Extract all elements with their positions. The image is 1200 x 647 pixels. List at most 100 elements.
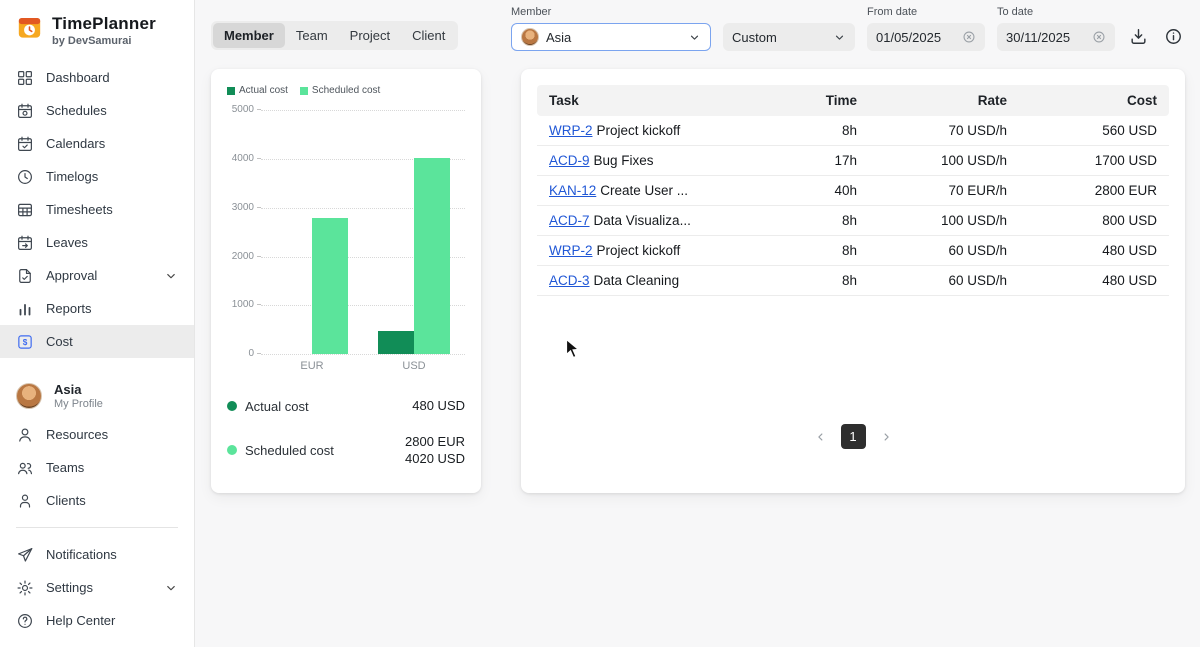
sidebar-item-label: Reports: [46, 301, 92, 316]
y-tick-label: 5000: [232, 104, 261, 115]
to-date-input[interactable]: 30/11/2025: [997, 23, 1115, 51]
clock-icon: [16, 168, 34, 186]
content: Actual cost Scheduled cost 5000400030002…: [195, 51, 1200, 493]
task-link[interactable]: KAN-12: [549, 183, 596, 198]
tab-member[interactable]: Member: [213, 23, 285, 48]
sidebar-item-timesheets[interactable]: Timesheets: [0, 193, 194, 226]
x-tick-label: EUR: [261, 360, 363, 372]
download-button[interactable]: [1127, 25, 1150, 48]
brand: TimePlanner by DevSamurai: [0, 14, 194, 61]
sidebar-item-cost[interactable]: $ Cost: [0, 325, 194, 358]
sidebar-item-dashboard[interactable]: Dashboard: [0, 61, 194, 94]
people-icon: [16, 459, 34, 477]
gear-icon: [16, 579, 34, 597]
member-select-value: Asia: [546, 30, 571, 45]
gridline: [261, 354, 465, 355]
sidebar-item-notifications[interactable]: Notifications: [0, 538, 194, 571]
from-date-input[interactable]: 01/05/2025: [867, 23, 985, 51]
sidebar-item-clients[interactable]: Clients: [0, 484, 194, 517]
task-link[interactable]: ACD-3: [549, 273, 590, 288]
sidebar-item-label: Clients: [46, 493, 86, 508]
chevron-down-icon[interactable]: [164, 581, 178, 595]
scheduled-cost-swatch: [300, 87, 308, 95]
page-button-1[interactable]: 1: [841, 424, 866, 449]
sidebar-item-resources[interactable]: Resources: [0, 418, 194, 451]
dollar-icon: $: [16, 333, 34, 351]
app-title: TimePlanner: [52, 14, 156, 34]
bar-chart: 500040003000200010000: [227, 110, 465, 354]
date-range-select[interactable]: Custom: [723, 23, 855, 51]
scheduled-cost-value: 2800 EUR 4020 USD: [405, 433, 465, 468]
grid-icon: [16, 69, 34, 87]
bar-actual-cost-usd: [378, 331, 414, 354]
calendar-check-icon: [16, 135, 34, 153]
table-header-row: Task Time Rate Cost: [537, 85, 1169, 116]
sidebar-item-settings[interactable]: Settings: [0, 571, 194, 604]
sidebar-nav: Dashboard Schedules Calendars Timelogs T…: [0, 61, 194, 637]
bar-scheduled-cost-eur: [312, 218, 348, 355]
next-page-button[interactable]: [874, 424, 899, 449]
sidebar-item-timelogs[interactable]: Timelogs: [0, 160, 194, 193]
sidebar-item-teams[interactable]: Teams: [0, 451, 194, 484]
table-row[interactable]: ACD-3Data Cleaning 8h 60 USD/h 480 USD: [537, 266, 1169, 296]
sidebar-item-schedules[interactable]: Schedules: [0, 94, 194, 127]
sidebar-item-label: Notifications: [46, 547, 117, 562]
sidebar-item-reports[interactable]: Reports: [0, 292, 194, 325]
col-task: Task: [537, 85, 759, 116]
avatar: [521, 28, 539, 46]
cost-table-card: Task Time Rate Cost WRP-2Project kickoff…: [521, 69, 1185, 493]
sidebar-item-label: Settings: [46, 580, 93, 595]
calendar-clock-icon: [16, 102, 34, 120]
table-row[interactable]: ACD-9Bug Fixes 17h 100 USD/h 1700 USD: [537, 146, 1169, 176]
chevron-down-icon: [833, 31, 846, 44]
task-link[interactable]: ACD-7: [549, 213, 590, 228]
bar-chart-icon: [16, 300, 34, 318]
to-date-label: To date: [997, 6, 1115, 19]
info-button[interactable]: [1162, 25, 1185, 48]
table-icon: [16, 201, 34, 219]
date-range-value: Custom: [732, 30, 777, 45]
member-select[interactable]: Asia: [511, 23, 711, 51]
chart-bars: [261, 110, 465, 354]
svg-text:$: $: [23, 338, 28, 347]
sidebar-item-label: Dashboard: [46, 70, 110, 85]
col-rate: Rate: [869, 85, 1019, 116]
task-link[interactable]: ACD-9: [549, 153, 590, 168]
clear-icon[interactable]: [962, 30, 976, 44]
clear-icon[interactable]: [1092, 30, 1106, 44]
y-tick-label: 0: [248, 348, 261, 359]
table-row[interactable]: ACD-7Data Visualiza... 8h 100 USD/h 800 …: [537, 206, 1169, 236]
tab-client[interactable]: Client: [401, 23, 456, 48]
view-tabs: Member Team Project Client: [211, 21, 458, 50]
sidebar-item-help-center[interactable]: Help Center: [0, 604, 194, 637]
y-tick-label: 2000: [232, 251, 261, 262]
person-icon: [16, 426, 34, 444]
chart-y-axis: 500040003000200010000: [227, 110, 261, 354]
scheduled-cost-dot: [227, 445, 237, 455]
legend-item-scheduled: Scheduled cost: [300, 85, 380, 96]
x-tick-label: USD: [363, 360, 465, 372]
profile-subtitle: My Profile: [54, 398, 103, 410]
col-time: Time: [759, 85, 869, 116]
task-link[interactable]: WRP-2: [549, 243, 593, 258]
chart-summary: Actual cost 480 USD Scheduled cost 2800 …: [227, 388, 465, 477]
app-byline: by DevSamurai: [52, 35, 156, 47]
task-link[interactable]: WRP-2: [549, 123, 593, 138]
bar-group-usd: [378, 110, 450, 354]
cost-chart-card: Actual cost Scheduled cost 5000400030002…: [211, 69, 481, 493]
actual-cost-dot: [227, 401, 237, 411]
table-row[interactable]: KAN-12Create User ... 40h 70 EUR/h 2800 …: [537, 176, 1169, 206]
table-row[interactable]: WRP-2Project kickoff 8h 70 USD/h 560 USD: [537, 116, 1169, 146]
from-date-value: 01/05/2025: [876, 30, 941, 45]
client-icon: [16, 492, 34, 510]
prev-page-button[interactable]: [808, 424, 833, 449]
sidebar-profile[interactable]: Asia My Profile: [0, 374, 194, 418]
tab-project[interactable]: Project: [339, 23, 401, 48]
sidebar-item-approval[interactable]: Approval: [0, 259, 194, 292]
summary-scheduled-cost: Scheduled cost 2800 EUR 4020 USD: [227, 424, 465, 477]
chevron-down-icon[interactable]: [164, 269, 178, 283]
table-row[interactable]: WRP-2Project kickoff 8h 60 USD/h 480 USD: [537, 236, 1169, 266]
sidebar-item-leaves[interactable]: Leaves: [0, 226, 194, 259]
tab-team[interactable]: Team: [285, 23, 339, 48]
sidebar-item-calendars[interactable]: Calendars: [0, 127, 194, 160]
